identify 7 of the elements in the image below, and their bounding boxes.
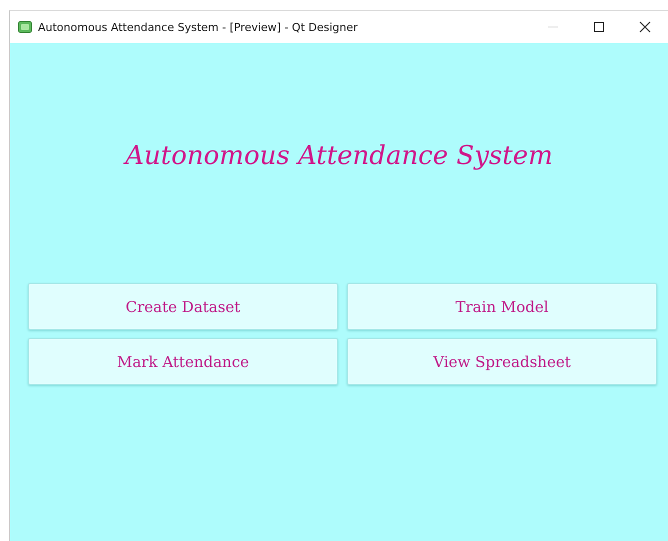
- action-button[interactable]: Train Model: [347, 283, 657, 330]
- app-icon: [18, 21, 32, 33]
- window-title: Autonomous Attendance System - [Preview] - Qt Designer: [38, 20, 358, 34]
- action-button[interactable]: Create Dataset: [28, 283, 338, 330]
- action-button[interactable]: View Spreadsheet: [347, 338, 657, 385]
- action-button[interactable]: Mark Attendance: [28, 338, 338, 385]
- app-heading: Autonomous Attendance System: [125, 141, 553, 171]
